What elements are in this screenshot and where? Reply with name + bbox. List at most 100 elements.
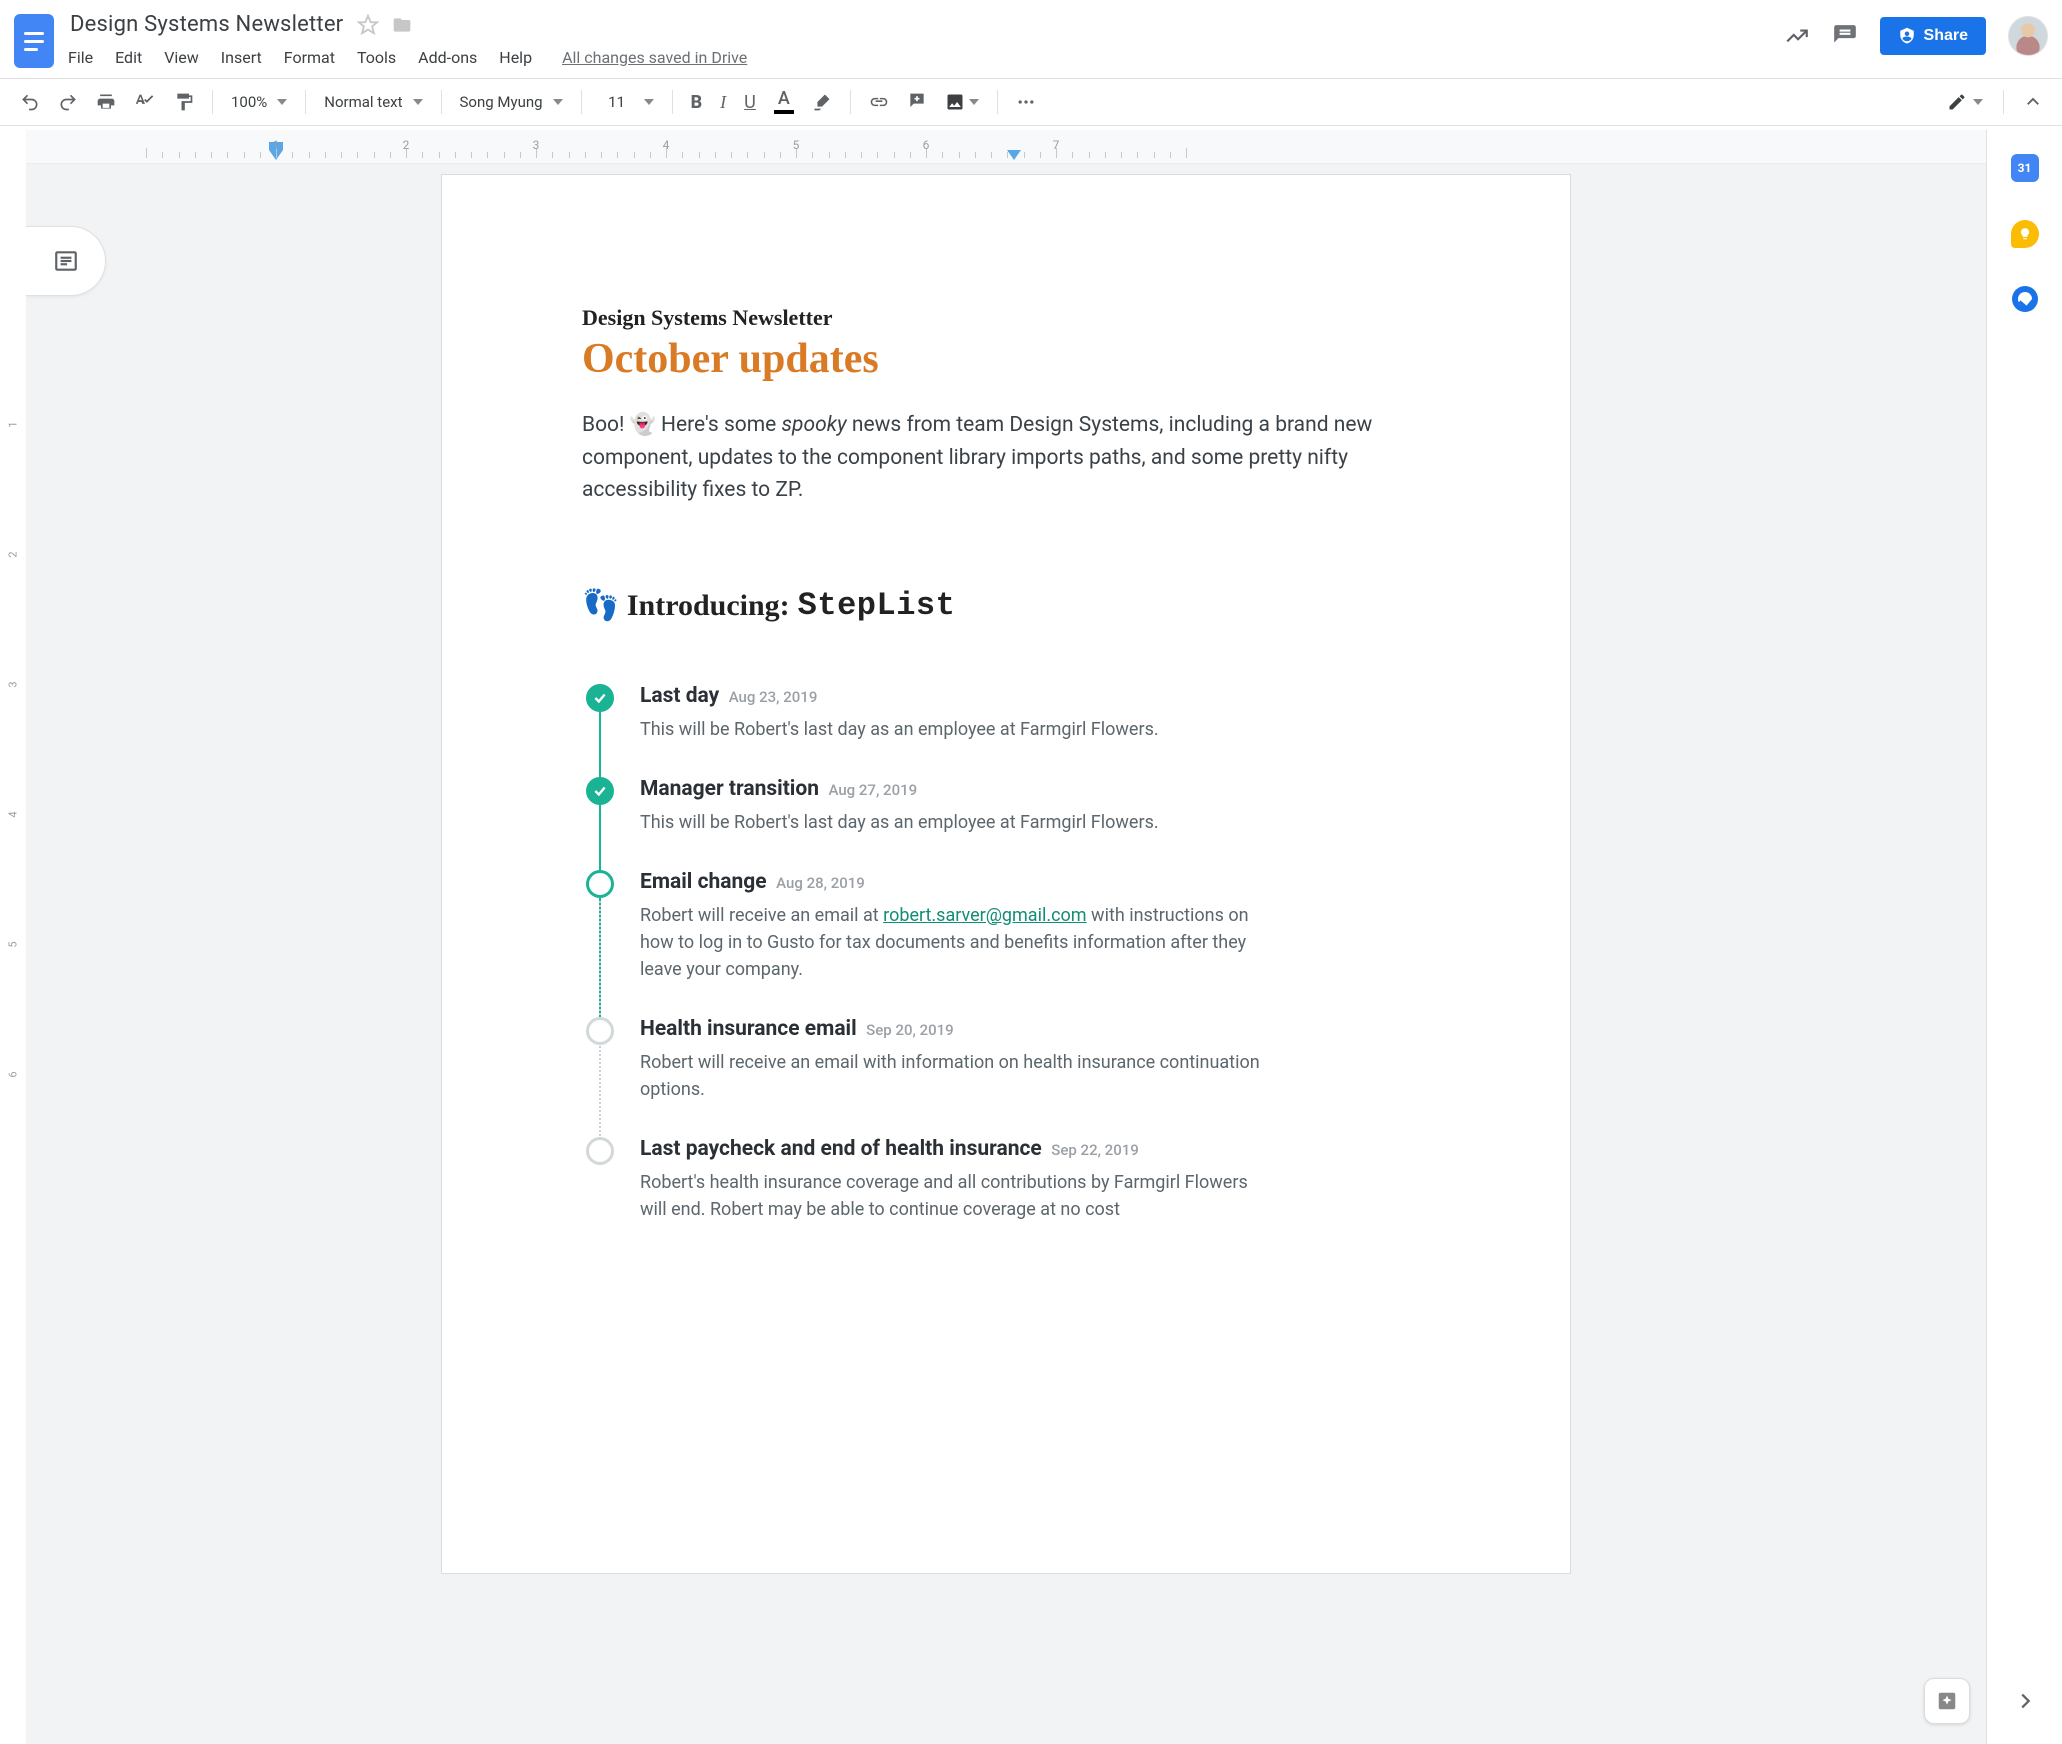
- insert-image-button[interactable]: [939, 88, 985, 116]
- outline-toggle-button[interactable]: [26, 226, 106, 296]
- docs-logo-icon[interactable]: [14, 14, 54, 68]
- toolbar: 100% Normal text Song Myung 11 B I U A: [0, 78, 2062, 126]
- font-size-select[interactable]: 11: [594, 89, 660, 115]
- menu-addons[interactable]: Add-ons: [418, 48, 477, 67]
- ruler-number: 3: [7, 672, 20, 698]
- ruler-number: 7: [1053, 138, 1060, 152]
- editing-mode-select[interactable]: [1941, 88, 1989, 116]
- share-button[interactable]: Share: [1880, 17, 1986, 55]
- menu-format[interactable]: Format: [284, 48, 335, 67]
- menu-file[interactable]: File: [68, 48, 93, 67]
- horizontal-ruler[interactable]: 1 2 3 4 5 6 7: [26, 130, 1986, 164]
- keep-addon-icon[interactable]: [2011, 220, 2039, 248]
- font-family-select[interactable]: Song Myung: [454, 89, 569, 115]
- activity-icon[interactable]: [1784, 23, 1810, 49]
- caret-down-icon: [644, 99, 654, 105]
- step-body: This will be Robert's last day as an emp…: [640, 716, 1260, 743]
- step-date: Aug 27, 2019: [828, 781, 917, 799]
- insert-comment-button[interactable]: [901, 86, 933, 118]
- step-circle-icon: [586, 870, 614, 898]
- spellcheck-button[interactable]: [128, 85, 162, 119]
- account-avatar[interactable]: [2008, 16, 2048, 56]
- step-title: Health insurance email: [640, 1017, 857, 1041]
- bold-button[interactable]: B: [685, 86, 709, 119]
- app-header: Design Systems Newsletter File Edit View…: [0, 0, 2062, 68]
- ruler-number: 5: [7, 932, 20, 958]
- document-title-input[interactable]: Design Systems Newsletter: [68, 10, 345, 40]
- ruler-number: 6: [7, 1062, 20, 1088]
- steplist-step: Manager transition Aug 27, 2019This will…: [586, 777, 1430, 870]
- doc-overtitle: Design Systems Newsletter: [582, 305, 1430, 331]
- side-panel-collapse-icon[interactable]: [2014, 1690, 2036, 1716]
- vertical-ruler[interactable]: 1 2 3 4 5 6: [0, 164, 26, 1744]
- save-status[interactable]: All changes saved in Drive: [562, 48, 747, 67]
- doc-headline: October updates: [582, 335, 1430, 383]
- move-folder-icon[interactable]: [391, 15, 413, 35]
- menu-help[interactable]: Help: [499, 48, 532, 67]
- caret-down-icon: [1973, 99, 1983, 105]
- menubar: File Edit View Insert Format Tools Add-o…: [68, 48, 1770, 67]
- calendar-addon-icon[interactable]: 31: [2011, 154, 2039, 182]
- steplist-step: Last paycheck and end of health insuranc…: [586, 1137, 1430, 1257]
- steplist-component: Last day Aug 23, 2019 This will be Robert…: [586, 684, 1430, 1257]
- menu-edit[interactable]: Edit: [115, 48, 142, 67]
- step-date: Sep 20, 2019: [866, 1021, 954, 1039]
- step-circle-icon: [586, 1137, 614, 1165]
- ruler-number: 4: [7, 802, 20, 828]
- step-date: Aug 23, 2019: [729, 688, 818, 706]
- step-title: Last day: [640, 684, 719, 708]
- redo-button[interactable]: [52, 86, 84, 118]
- indent-end-marker[interactable]: [1007, 150, 1021, 160]
- side-panel: 31: [1986, 130, 2062, 1744]
- ruler-number: 3: [533, 138, 540, 152]
- menu-insert[interactable]: Insert: [221, 48, 262, 67]
- menu-tools[interactable]: Tools: [357, 48, 396, 67]
- more-tools-button[interactable]: [1010, 86, 1042, 118]
- insert-link-button[interactable]: [863, 86, 895, 118]
- undo-button[interactable]: [14, 86, 46, 118]
- step-body: Robert will receive an email at robert.s…: [640, 902, 1260, 983]
- caret-down-icon: [277, 99, 287, 105]
- steplist-step: Health insurance email Sep 20, 2019 Rober…: [586, 1017, 1430, 1137]
- steplist-step: Last day Aug 23, 2019 This will be Robert…: [586, 684, 1430, 777]
- zoom-value: 100%: [231, 93, 267, 111]
- collapse-toolbar-button[interactable]: [2018, 87, 2048, 117]
- document-page[interactable]: Design Systems Newsletter October update…: [441, 174, 1571, 1574]
- zoom-select[interactable]: 100%: [225, 89, 293, 115]
- paragraph-style-select[interactable]: Normal text: [318, 89, 428, 115]
- highlight-button[interactable]: [806, 86, 838, 118]
- ruler-number: 6: [923, 138, 930, 152]
- steplist-step: Email change Aug 28, 2019Robert will rec…: [586, 870, 1430, 1017]
- italic-button[interactable]: I: [714, 86, 732, 119]
- comments-icon[interactable]: [1832, 23, 1858, 49]
- star-icon[interactable]: [357, 14, 379, 36]
- step-circle-icon: [586, 1017, 614, 1045]
- underline-button[interactable]: U: [738, 86, 762, 119]
- explore-button[interactable]: [1924, 1678, 1970, 1724]
- ruler-number: 4: [663, 138, 670, 152]
- header-actions: Share: [1784, 16, 2048, 56]
- share-button-label: Share: [1924, 27, 1968, 45]
- check-circle-icon: [586, 777, 614, 805]
- print-button[interactable]: [90, 86, 122, 118]
- title-area: Design Systems Newsletter File Edit View…: [68, 10, 1770, 67]
- tasks-addon-icon[interactable]: [2012, 286, 2038, 312]
- text-color-button[interactable]: A: [768, 90, 800, 114]
- caret-down-icon: [969, 99, 979, 105]
- document-canvas[interactable]: Design Systems Newsletter October update…: [26, 164, 1986, 1744]
- step-body: Robert will receive an email with inform…: [640, 1049, 1260, 1103]
- work-area: 1 2 3 4 5 6 7 1 2 3 4 5 6 Design Systems Newsletter…: [0, 130, 1986, 1744]
- step-body: This will be Robert's last day as an emp…: [640, 809, 1260, 836]
- paint-format-button[interactable]: [168, 86, 200, 118]
- ruler-number: 2: [7, 542, 20, 568]
- ruler-number: 1: [273, 138, 280, 152]
- ruler-number: 2: [403, 138, 410, 152]
- ruler-number: 1: [7, 412, 20, 438]
- menu-view[interactable]: View: [164, 48, 199, 67]
- doc-h2: 👣 Introducing: StepList: [582, 587, 1430, 624]
- step-body-link[interactable]: robert.sarver@gmail.com: [883, 905, 1086, 926]
- step-title: Last paycheck and end of health insuranc…: [640, 1137, 1042, 1161]
- caret-down-icon: [553, 99, 563, 105]
- ruler-number: 5: [793, 138, 800, 152]
- font-family-value: Song Myung: [460, 93, 543, 111]
